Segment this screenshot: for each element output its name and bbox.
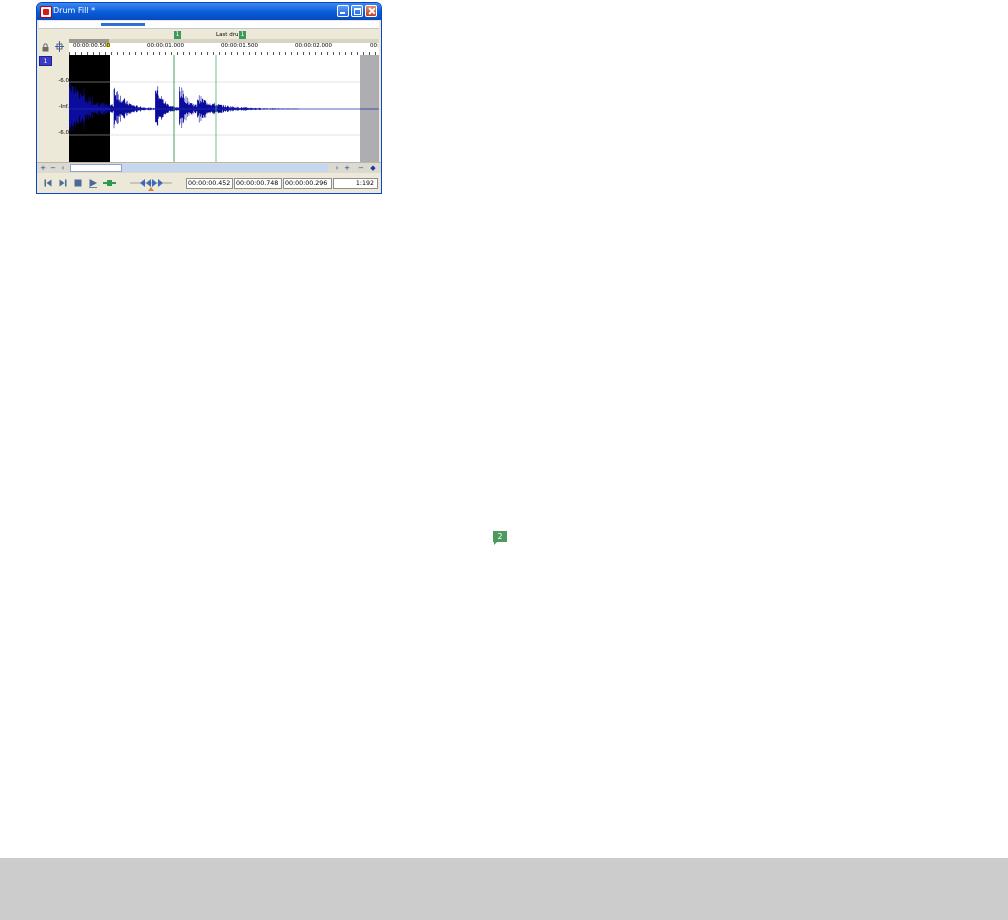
transport-bar: 00:00:00.452 00:00:00.748 00:00:00.296 1… bbox=[37, 173, 381, 193]
title-bar[interactable]: Drum Fill * bbox=[37, 3, 381, 20]
minimize-button[interactable] bbox=[337, 5, 349, 17]
go-to-start-icon[interactable] bbox=[43, 178, 53, 188]
waveform-display[interactable] bbox=[69, 55, 379, 162]
scroll-left-icon[interactable]: ‹ bbox=[59, 164, 67, 172]
db-label: -Inf. bbox=[58, 104, 69, 110]
close-button[interactable] bbox=[365, 5, 377, 17]
channel-button[interactable]: 1 bbox=[39, 56, 52, 66]
ruler-label: 00:00:00.500 bbox=[73, 43, 110, 49]
region-start-flag[interactable]: 1 bbox=[174, 31, 181, 39]
ruler-area: 1 Last drum 1 00:00:00.500 00:00:01.000 … bbox=[37, 29, 381, 56]
db-label: -6.0 bbox=[58, 78, 69, 84]
ruler-label: 00: bbox=[370, 43, 379, 49]
overview-viewport[interactable] bbox=[101, 23, 145, 26]
ruler-label: 00:00:01.500 bbox=[221, 43, 258, 49]
ruler-label: 00:00:02.000 bbox=[295, 43, 332, 49]
stop-icon[interactable] bbox=[73, 178, 83, 188]
go-to-end-icon[interactable] bbox=[58, 178, 68, 188]
maximize-button[interactable] bbox=[351, 5, 363, 17]
horizontal-scrollbar[interactable] bbox=[70, 164, 328, 172]
scrub-icon[interactable] bbox=[130, 177, 172, 191]
db-label: -6.0 bbox=[58, 130, 69, 136]
region-end-flag[interactable]: 1 bbox=[239, 31, 246, 39]
zoom-ratio-field[interactable]: 1:192 bbox=[333, 178, 378, 189]
window-title: Drum Fill * bbox=[53, 6, 96, 15]
play-icon[interactable] bbox=[88, 178, 98, 188]
scroll-right-icon[interactable]: › bbox=[333, 164, 341, 172]
floating-region-flag-number: 2 bbox=[497, 532, 503, 541]
horizontal-scroll-thumb[interactable] bbox=[70, 164, 122, 172]
app-icon[interactable] bbox=[40, 6, 52, 18]
selection-start-field[interactable]: 00:00:00.452 bbox=[186, 178, 233, 189]
lock-icon[interactable] bbox=[41, 43, 50, 52]
snap-icon[interactable] bbox=[55, 41, 64, 52]
footer-bar bbox=[0, 858, 1008, 920]
selection-length-field[interactable]: 00:00:00.296 bbox=[283, 178, 332, 189]
play-looped-icon[interactable] bbox=[103, 178, 116, 188]
zoom-out-icon[interactable]: − bbox=[357, 164, 365, 172]
overview-bar[interactable] bbox=[39, 21, 379, 29]
data-window: Drum Fill * 1 Last drum 1 00:00:00.500 0… bbox=[36, 2, 382, 194]
waveform-graphic bbox=[69, 55, 379, 162]
zoom-in-icon[interactable]: + bbox=[39, 164, 47, 172]
zoom-out-icon[interactable]: − bbox=[49, 164, 57, 172]
ruler-label: 00:00:01.000 bbox=[147, 43, 184, 49]
zoom-fit-icon[interactable]: ◆ bbox=[369, 164, 377, 172]
selection-end-field[interactable]: 00:00:00.748 bbox=[234, 178, 282, 189]
scroll-zoom-row: + − ‹ › + − ◆ bbox=[37, 162, 381, 173]
zoom-in-icon[interactable]: + bbox=[343, 164, 351, 172]
marker-bar[interactable]: 1 Last drum 1 bbox=[69, 29, 379, 39]
end-of-file-region bbox=[360, 55, 379, 162]
